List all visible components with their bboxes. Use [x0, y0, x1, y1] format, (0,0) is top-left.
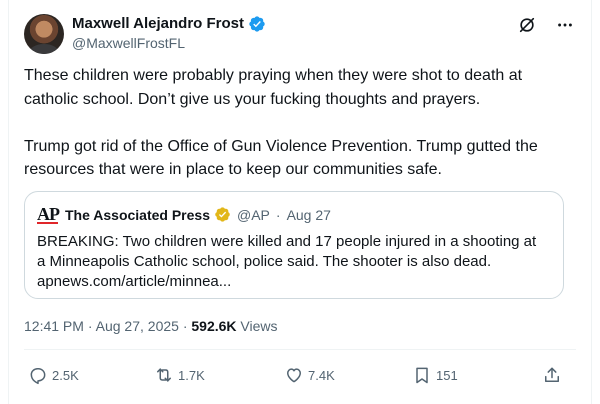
action-bar: 2.5K 1.7K 7.4K 151 [24, 361, 576, 389]
divider [24, 349, 576, 350]
top-actions [516, 14, 576, 36]
quote-link[interactable]: apnews.com/article/minnea... [37, 272, 547, 292]
avatar-shoulders [29, 44, 59, 54]
like-button[interactable]: 7.4K [284, 361, 335, 389]
post-time[interactable]: 12:41 PM [24, 318, 84, 334]
heart-icon [287, 368, 301, 383]
reply-button[interactable]: 2.5K [28, 361, 79, 389]
repost-count: 1.7K [178, 367, 205, 383]
ap-logo: AP [37, 204, 60, 224]
author-handle[interactable]: @MaxwellFrostFL [72, 34, 185, 52]
quote-body: BREAKING: Two children were killed and 1… [37, 232, 547, 292]
verified-org-badge-icon [215, 207, 230, 222]
verified-badge-icon [249, 16, 265, 32]
like-count: 7.4K [308, 367, 335, 383]
quote-header: AP The Associated Press @AP · Aug 27 [37, 205, 331, 224]
meta-separator: · [182, 318, 188, 334]
author-display-name[interactable]: Maxwell Alejandro Frost [72, 14, 244, 34]
bookmark-button[interactable]: 151 [412, 361, 458, 389]
tweet-card: Maxwell Alejandro Frost @MaxwellFrostFL … [0, 0, 600, 404]
post-meta: 12:41 PM · Aug 27, 2025 · 592.6K Views [24, 316, 278, 336]
bookmark-icon [416, 367, 428, 384]
views-label: Views [240, 318, 278, 334]
repost-button[interactable]: 1.7K [154, 361, 205, 389]
avatar[interactable] [24, 14, 64, 54]
views-count: 592.6K [191, 318, 237, 334]
repost-icon [157, 368, 171, 382]
grok-icon[interactable] [516, 14, 538, 36]
quote-handle: @AP [237, 206, 270, 223]
share-icon [545, 367, 559, 382]
quote-date: Aug 27 [286, 206, 331, 223]
reply-count: 2.5K [52, 367, 79, 383]
quoted-post[interactable]: AP The Associated Press @AP · Aug 27 BRE… [24, 191, 564, 299]
post-text: These children were probably praying whe… [24, 67, 538, 178]
more-icon[interactable] [554, 14, 576, 36]
bookmark-count: 151 [436, 367, 458, 383]
quote-author-name: The Associated Press [65, 206, 210, 223]
reply-icon [30, 368, 46, 385]
meta-separator: · [87, 318, 93, 334]
author-name-row: Maxwell Alejandro Frost [72, 14, 266, 34]
post-date[interactable]: Aug 27, 2025 [96, 318, 179, 334]
share-button[interactable] [542, 361, 562, 389]
quote-text: BREAKING: Two children were killed and 1… [37, 233, 537, 270]
quote-separator: · [275, 206, 281, 223]
